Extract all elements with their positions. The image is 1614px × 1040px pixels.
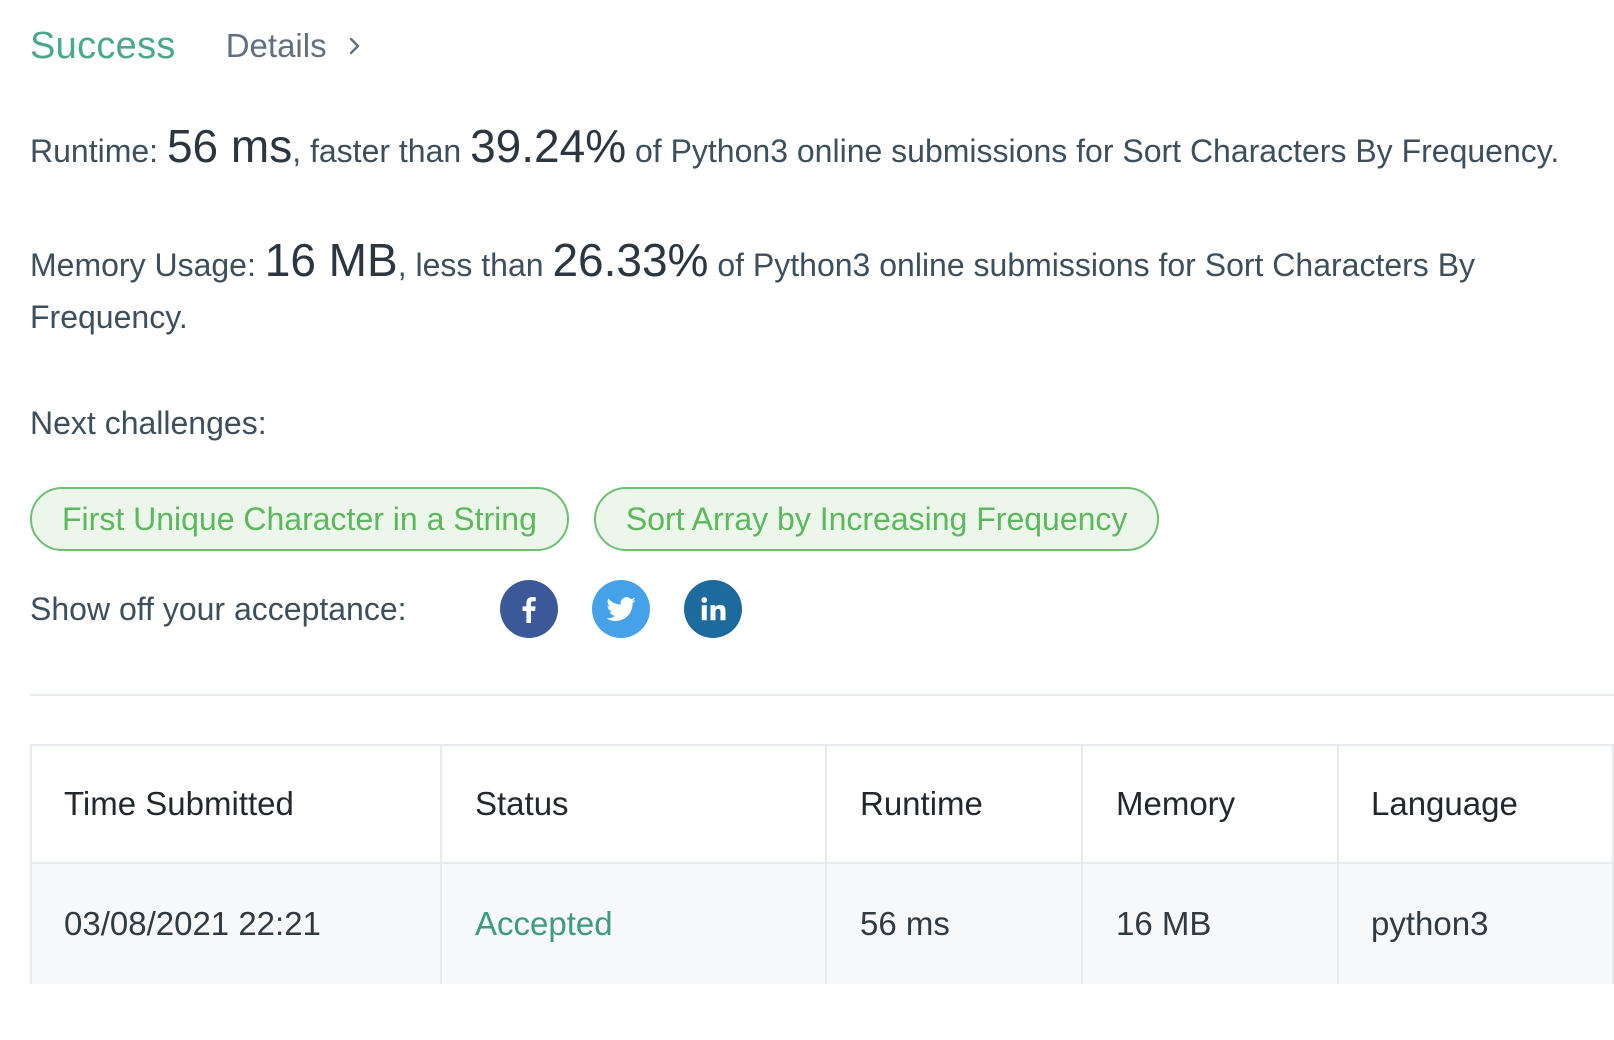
column-header: Language xyxy=(1371,785,1518,822)
twitter-share-button[interactable] xyxy=(592,580,650,638)
runtime-summary: Runtime: 56 ms, faster than 39.24% of Py… xyxy=(30,120,1560,177)
section-divider xyxy=(30,694,1614,696)
memory-middle: , less than xyxy=(397,247,553,283)
chevron-right-icon xyxy=(349,37,359,55)
column-header: Runtime xyxy=(827,746,1083,862)
runtime-value: 56 ms xyxy=(166,120,293,172)
runtime-middle: , faster than xyxy=(292,133,471,169)
status-title: Success xyxy=(30,24,176,67)
memory-cell: 16 MB xyxy=(1083,864,1339,984)
memory-summary: Memory Usage: 16 MB, less than 26.33% of… xyxy=(30,234,1560,343)
details-label: Details xyxy=(225,27,327,64)
memory-value: 16 MB xyxy=(264,234,398,286)
challenge-chip[interactable]: First Unique Character in a String xyxy=(30,487,569,551)
runtime-prefix: Runtime: xyxy=(30,133,167,169)
linkedin-icon xyxy=(701,597,726,621)
column-header: Status xyxy=(442,746,827,862)
twitter-icon xyxy=(606,597,636,621)
runtime-cell: 56 ms xyxy=(827,864,1083,984)
status-accepted-link[interactable]: Accepted xyxy=(442,864,827,984)
table-header-row: Time Submitted Status Runtime Memory Lan… xyxy=(32,746,1612,862)
next-challenges-label: Next challenges: xyxy=(30,405,267,441)
column-header: Memory xyxy=(1083,746,1339,862)
result-header: Success Details xyxy=(30,0,1614,92)
details-link[interactable]: Details xyxy=(226,27,365,65)
runtime-suffix: of Python3 online submissions for Sort C… xyxy=(626,133,1560,169)
facebook-icon xyxy=(522,597,536,623)
column-header: Time Submitted xyxy=(32,746,442,862)
memory-prefix: Memory Usage: xyxy=(30,247,265,283)
runtime-percent: 39.24% xyxy=(470,120,627,172)
time-submitted-cell: 03/08/2021 22:21 xyxy=(32,864,442,984)
memory-percent: 26.33% xyxy=(552,234,709,286)
share-row: Show off your acceptance: xyxy=(30,579,1614,639)
linkedin-share-button[interactable] xyxy=(684,580,742,638)
table-row: 03/08/2021 22:21 Accepted 56 ms 16 MB py… xyxy=(32,862,1612,984)
challenge-chip[interactable]: Sort Array by Increasing Frequency xyxy=(593,487,1160,551)
share-label: Show off your acceptance: xyxy=(30,590,407,627)
submission-result-panel: Success Details Runtime: 56 ms, faster t… xyxy=(30,0,1614,984)
next-challenges-list: First Unique Character in a String Sort … xyxy=(30,487,1614,551)
submissions-table: Time Submitted Status Runtime Memory Lan… xyxy=(30,744,1614,984)
facebook-share-button[interactable] xyxy=(500,580,558,638)
language-cell: python3 xyxy=(1371,905,1489,942)
